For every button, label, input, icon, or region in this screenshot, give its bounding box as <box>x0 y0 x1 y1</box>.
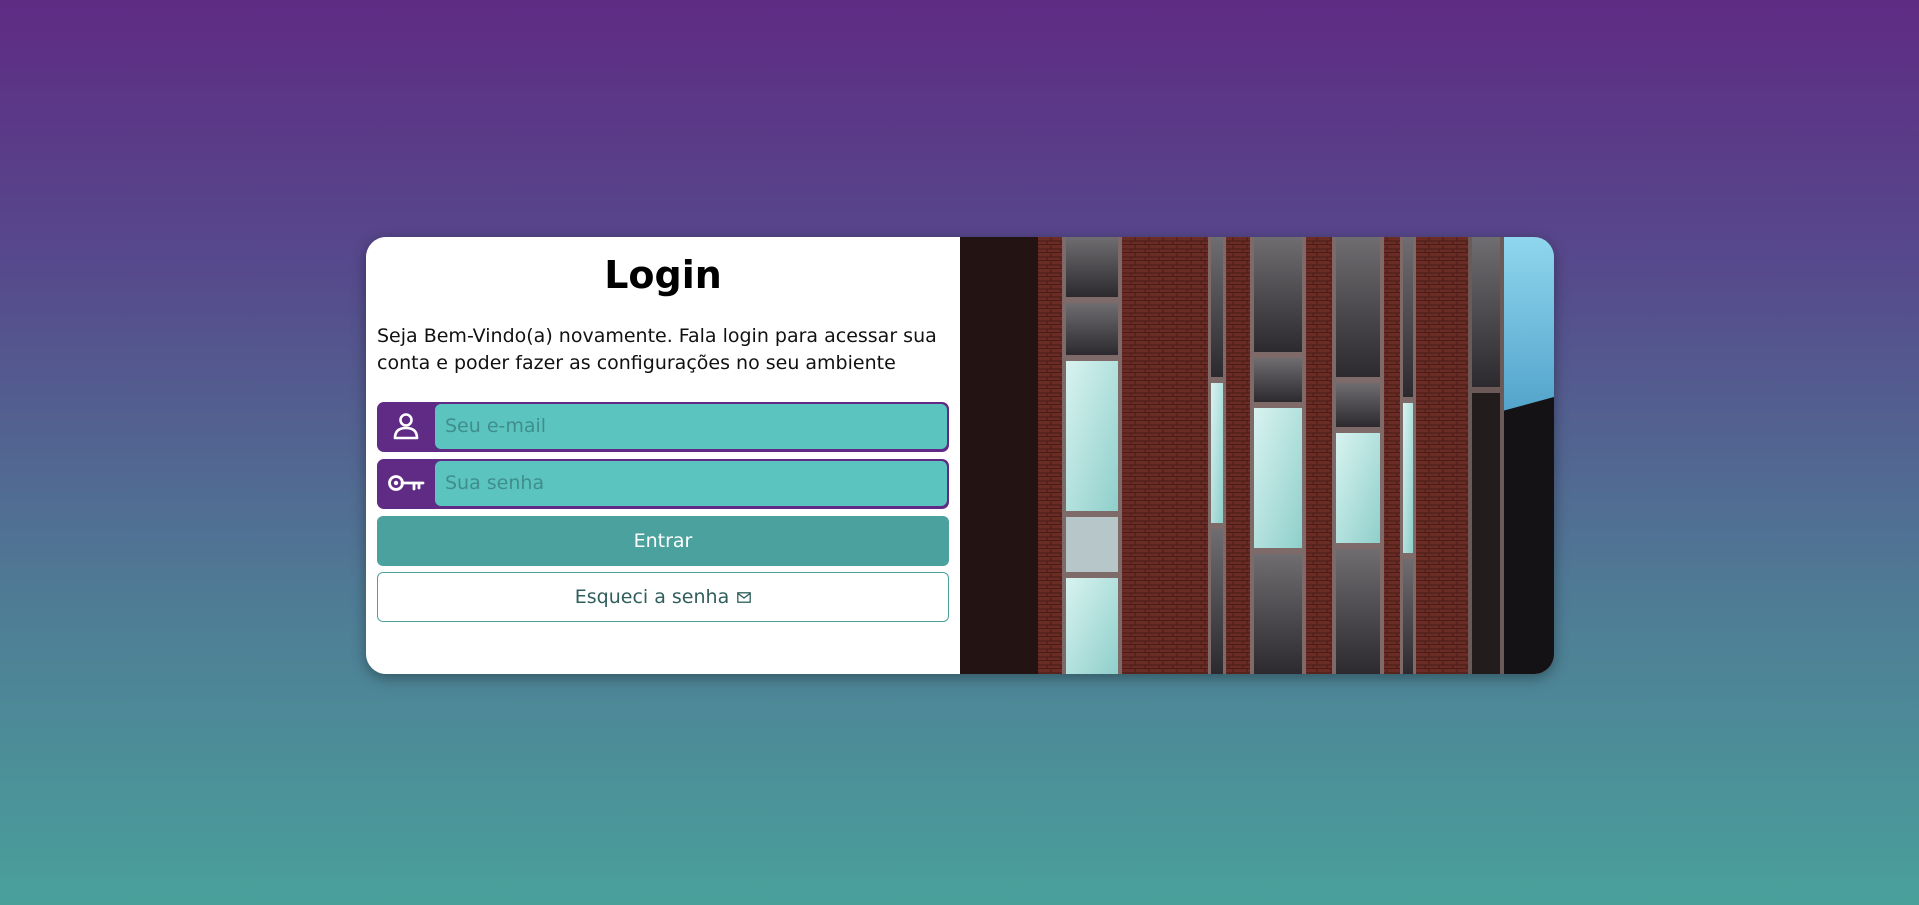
forgot-password-label: Esqueci a senha <box>574 585 730 608</box>
login-form: Login Seja Bem-Vindo(a) novamente. Fala … <box>366 237 960 674</box>
key-icon <box>377 461 435 506</box>
forgot-password-button[interactable]: Esqueci a senha <box>377 571 949 622</box>
page-title: Login <box>604 253 722 297</box>
login-card: Login Seja Bem-Vindo(a) novamente. Fala … <box>366 237 1554 674</box>
intro-text: Seja Bem-Vindo(a) novamente. Fala login … <box>377 324 937 374</box>
envelope-icon <box>737 586 752 608</box>
password-field[interactable] <box>435 460 947 506</box>
password-field-group <box>377 458 949 509</box>
login-button[interactable]: Entrar <box>377 515 949 566</box>
building-photo <box>960 237 1554 674</box>
user-icon <box>377 404 435 449</box>
email-field-group <box>377 401 949 452</box>
email-field[interactable] <box>435 403 947 449</box>
